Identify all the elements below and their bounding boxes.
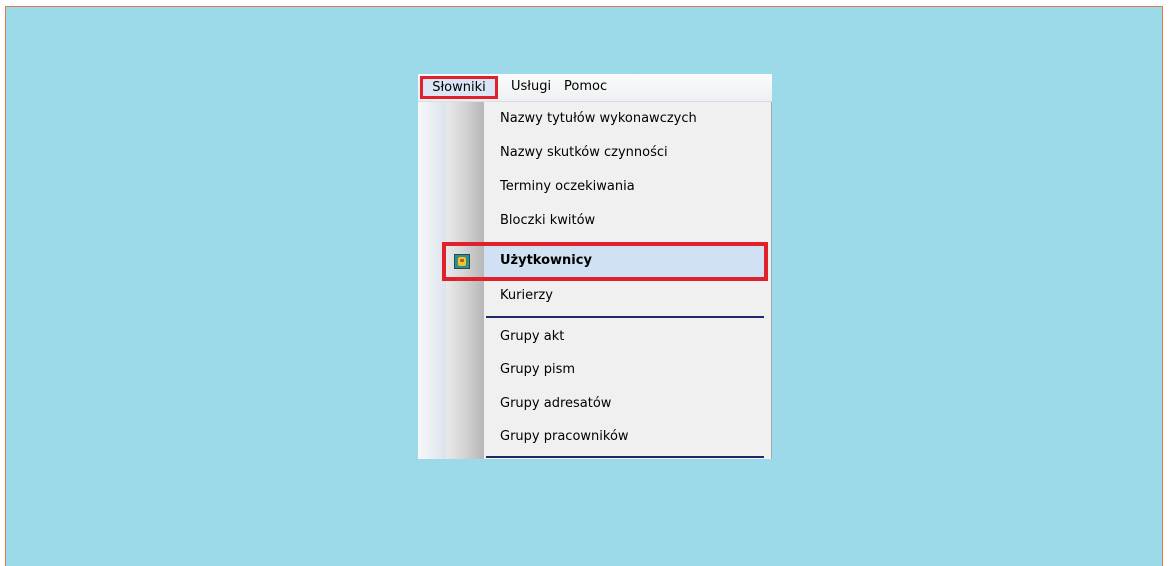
- menu-item-bloczki-kwitow[interactable]: Bloczki kwitów: [484, 204, 766, 238]
- menu-item-nazwy-skutkow[interactable]: Nazwy skutków czynności: [484, 136, 766, 170]
- menu-item-nazwy-tytulow[interactable]: Nazwy tytułów wykonawczych: [484, 102, 766, 136]
- menu-item-uzytkownicy[interactable]: Użytkownicy: [484, 244, 766, 278]
- menu-item-grupy-adresatow[interactable]: Grupy adresatów: [484, 387, 766, 421]
- menubar: Słowniki Usługi Pomoc: [418, 74, 772, 102]
- menu-item-grupy-pracownikow[interactable]: Grupy pracowników: [484, 420, 766, 454]
- menu-separator: [486, 456, 764, 458]
- menu-uslugi[interactable]: Usługi: [511, 79, 551, 94]
- menu-pomoc[interactable]: Pomoc: [564, 79, 607, 94]
- menu-window: Słowniki Usługi Pomoc Nazwy tytułów wyko…: [418, 74, 772, 459]
- slowniki-dropdown: Nazwy tytułów wykonawczych Nazwy skutków…: [418, 102, 772, 459]
- dropdown-icon-gutter: [446, 102, 484, 459]
- menu-item-grupy-akt[interactable]: Grupy akt: [484, 320, 766, 354]
- users-icon: [454, 254, 470, 269]
- menu-slowniki[interactable]: Słowniki: [420, 76, 498, 99]
- menu-item-terminy-oczekiwania[interactable]: Terminy oczekiwania: [484, 170, 766, 204]
- dropdown-left-strip: [418, 102, 446, 459]
- menu-separator: [486, 316, 764, 318]
- menu-item-grupy-pism[interactable]: Grupy pism: [484, 353, 766, 387]
- menu-item-kurierzy[interactable]: Kurierzy: [484, 279, 766, 313]
